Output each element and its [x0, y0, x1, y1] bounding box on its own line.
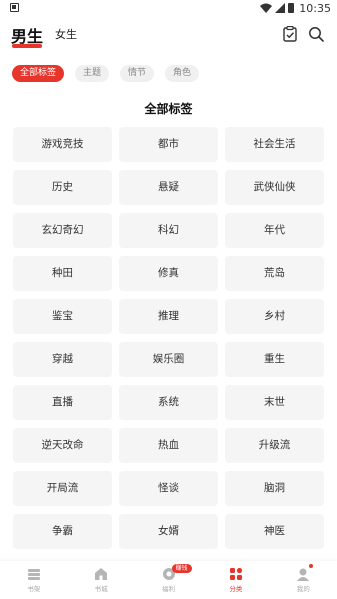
status-time: 10:35: [299, 1, 331, 15]
tag-item[interactable]: 都市: [119, 127, 218, 162]
tag-item[interactable]: 热血: [119, 428, 218, 463]
bookstore-icon: [95, 568, 108, 580]
filter-chip-plot[interactable]: 情节: [120, 65, 155, 82]
tag-item[interactable]: 种田: [13, 256, 112, 291]
tag-item[interactable]: 升级流: [225, 428, 324, 463]
tag-item[interactable]: 游戏竞技: [13, 127, 112, 162]
signal-icon: [275, 3, 286, 13]
checkin-icon[interactable]: [283, 26, 297, 42]
tag-item[interactable]: 娱乐圈: [119, 342, 218, 377]
tag-grid: 游戏竞技 都市 社会生活 历史 悬疑 武侠仙侠 玄幻奇幻 科幻 年代 种田 修真…: [13, 127, 324, 549]
active-tab-indicator: [12, 44, 42, 48]
tag-item[interactable]: 年代: [225, 213, 324, 248]
nav-label: 书架: [27, 585, 41, 593]
tag-item[interactable]: 神医: [225, 514, 324, 549]
tag-item[interactable]: 科幻: [119, 213, 218, 248]
profile-icon: [297, 568, 310, 581]
nav-item-bookstore[interactable]: 书城: [67, 561, 134, 599]
tag-item[interactable]: 推理: [119, 299, 218, 334]
filter-chip-all[interactable]: 全部标签: [12, 65, 65, 82]
nav-item-welfare[interactable]: 赚钱 福利: [135, 561, 202, 599]
tag-item[interactable]: 历史: [13, 170, 112, 205]
nav-label: 福利: [162, 585, 176, 593]
tag-item[interactable]: 怪谈: [119, 471, 218, 506]
tag-item[interactable]: 争霸: [13, 514, 112, 549]
status-icons: 10:35: [260, 1, 331, 15]
nav-item-bookshelf[interactable]: 书架: [0, 561, 67, 599]
tag-item[interactable]: 直播: [13, 385, 112, 420]
tag-item[interactable]: 社会生活: [225, 127, 324, 162]
tab-female[interactable]: 女生: [55, 26, 77, 42]
filter-chip-role[interactable]: 角色: [165, 65, 200, 82]
tag-item[interactable]: 重生: [225, 342, 324, 377]
nav-label: 书城: [94, 585, 108, 593]
bookshelf-icon: [27, 569, 40, 580]
nav-item-profile[interactable]: 我的: [270, 561, 337, 599]
tag-item[interactable]: 脑洞: [225, 471, 324, 506]
filter-chips: 全部标签 主题 情节 角色: [12, 65, 200, 83]
tag-item[interactable]: 修真: [119, 256, 218, 291]
top-header: 男生 女生: [0, 16, 337, 52]
tag-item[interactable]: 女婿: [119, 514, 218, 549]
nav-label: 我的: [296, 585, 310, 593]
tag-item[interactable]: 悬疑: [119, 170, 218, 205]
section-title: 全部标签: [144, 102, 193, 116]
status-bar: 10:35: [0, 0, 337, 16]
profile-notification-dot: [309, 564, 314, 568]
tag-item[interactable]: 穿越: [13, 342, 112, 377]
tag-item[interactable]: 开局流: [13, 471, 112, 506]
tag-item[interactable]: 末世: [225, 385, 324, 420]
tag-item[interactable]: 乡村: [225, 299, 324, 334]
wifi-icon: [260, 3, 273, 13]
search-icon[interactable]: [308, 26, 324, 42]
filter-chip-theme[interactable]: 主题: [75, 65, 110, 82]
tag-item[interactable]: 系统: [119, 385, 218, 420]
nav-label: 分类: [229, 585, 243, 593]
tag-item[interactable]: 逆天改命: [13, 428, 112, 463]
nav-item-category[interactable]: 分类: [202, 561, 269, 599]
tag-item[interactable]: 玄幻奇幻: [13, 213, 112, 248]
tag-item[interactable]: 鉴宝: [13, 299, 112, 334]
category-icon: [229, 567, 243, 580]
notification-icon: [10, 3, 19, 12]
tag-item[interactable]: 武侠仙侠: [225, 170, 324, 205]
bottom-nav: 书架 书城 赚钱 福利 分类 我的: [0, 561, 337, 599]
welfare-badge: 赚钱: [171, 564, 192, 573]
battery-icon: [288, 3, 295, 13]
tag-item[interactable]: 荒岛: [225, 256, 324, 291]
